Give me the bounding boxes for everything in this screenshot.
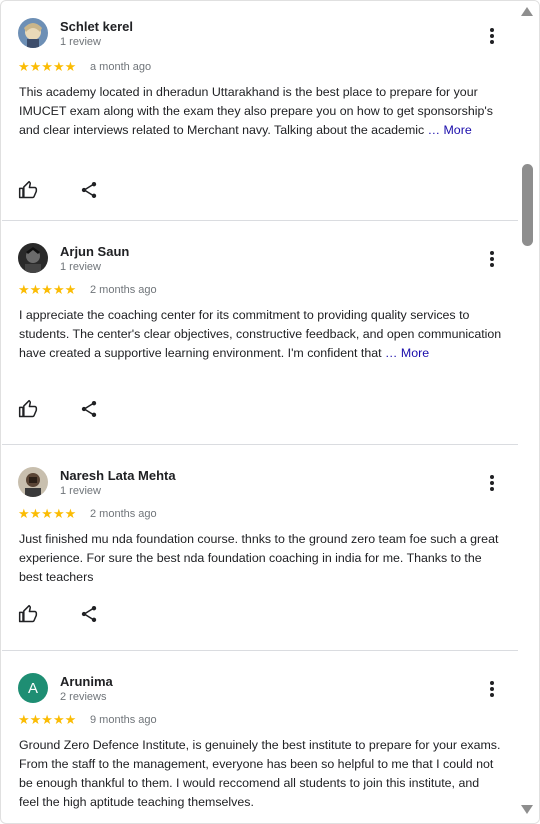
share-button[interactable] xyxy=(79,180,99,200)
thumbs-up-icon xyxy=(18,399,38,418)
review-text: Just finished mu nda foundation course. … xyxy=(19,530,502,587)
review-card: Arjun Saun 1 review ★★★★★ 2 months ago I… xyxy=(2,221,518,445)
avatar[interactable] xyxy=(18,467,48,497)
share-icon xyxy=(81,606,97,622)
review-count: 1 review xyxy=(60,261,101,273)
star-rating: ★★★★★ xyxy=(18,713,77,728)
avatar-photo-icon xyxy=(18,467,48,497)
more-options-icon[interactable] xyxy=(480,677,504,701)
review-card: Naresh Lata Mehta 1 review ★★★★★ 2 month… xyxy=(2,445,518,651)
reviews-panel: Schlet kerel 1 review ★★★★★ a month ago … xyxy=(0,0,540,824)
review-actions xyxy=(2,162,518,222)
thumbs-up-icon xyxy=(18,180,38,199)
rating-row: ★★★★★ 2 months ago xyxy=(2,505,518,525)
review-header: Arjun Saun 1 review xyxy=(2,221,518,281)
review-header: Naresh Lata Mehta 1 review xyxy=(2,445,518,505)
share-icon xyxy=(81,182,97,198)
reviewer-name[interactable]: Schlet kerel xyxy=(60,19,133,34)
review-body: Ground Zero Defence Institute, is genuin… xyxy=(19,738,501,809)
scroll-up-arrow-icon[interactable] xyxy=(521,7,533,16)
avatar[interactable] xyxy=(18,18,48,48)
rating-row: ★★★★★ 9 months ago xyxy=(2,711,518,731)
avatar-photo-icon xyxy=(18,18,48,48)
scrollbar-track[interactable] xyxy=(519,1,539,823)
reviewer-name[interactable]: Naresh Lata Mehta xyxy=(60,468,176,483)
share-button[interactable] xyxy=(79,399,99,419)
thumbs-up-icon xyxy=(18,604,38,623)
review-header: Schlet kerel 1 review xyxy=(2,2,518,58)
more-link[interactable]: … More xyxy=(428,123,472,137)
review-body: This academy located in dheradun Uttarak… xyxy=(19,85,493,137)
review-list: Schlet kerel 1 review ★★★★★ a month ago … xyxy=(2,2,518,822)
more-options-icon[interactable] xyxy=(480,471,504,495)
avatar[interactable]: A xyxy=(18,673,48,703)
review-count: 2 reviews xyxy=(60,691,107,703)
reviewer-name[interactable]: Arunima xyxy=(60,674,113,689)
like-button[interactable] xyxy=(18,399,38,419)
scrollbar-thumb[interactable] xyxy=(522,164,533,246)
review-text: I appreciate the coaching center for its… xyxy=(19,306,502,363)
review-date: 9 months ago xyxy=(90,714,157,726)
review-date: 2 months ago xyxy=(90,284,157,296)
review-text: This academy located in dheradun Uttarak… xyxy=(19,83,502,140)
review-count: 1 review xyxy=(60,36,101,48)
review-date: a month ago xyxy=(90,61,152,73)
review-card: Schlet kerel 1 review ★★★★★ a month ago … xyxy=(2,2,518,221)
star-rating: ★★★★★ xyxy=(18,283,77,298)
review-body: Just finished mu nda foundation course. … xyxy=(19,532,499,584)
star-rating: ★★★★★ xyxy=(18,60,77,75)
more-options-icon[interactable] xyxy=(480,24,504,48)
star-rating: ★★★★★ xyxy=(18,507,77,522)
like-button[interactable] xyxy=(18,604,38,624)
avatar-letter: A xyxy=(27,679,38,697)
share-icon xyxy=(81,401,97,417)
like-button[interactable] xyxy=(18,180,38,200)
more-link[interactable]: … More xyxy=(385,346,429,360)
review-card: A Arunima 2 reviews ★★★★★ 9 months ago G… xyxy=(2,651,518,822)
rating-row: ★★★★★ 2 months ago xyxy=(2,281,518,301)
review-count: 1 review xyxy=(60,485,101,497)
share-button[interactable] xyxy=(79,604,99,624)
review-actions xyxy=(2,586,518,646)
review-text: Ground Zero Defence Institute, is genuin… xyxy=(19,736,502,812)
scroll-down-arrow-icon[interactable] xyxy=(521,805,533,814)
rating-row: ★★★★★ a month ago xyxy=(2,58,518,78)
avatar-photo-icon xyxy=(18,243,48,273)
more-options-icon[interactable] xyxy=(480,247,504,271)
review-actions xyxy=(2,381,518,441)
review-header: A Arunima 2 reviews xyxy=(2,651,518,711)
reviewer-name[interactable]: Arjun Saun xyxy=(60,244,129,259)
avatar[interactable] xyxy=(18,243,48,273)
review-date: 2 months ago xyxy=(90,508,157,520)
